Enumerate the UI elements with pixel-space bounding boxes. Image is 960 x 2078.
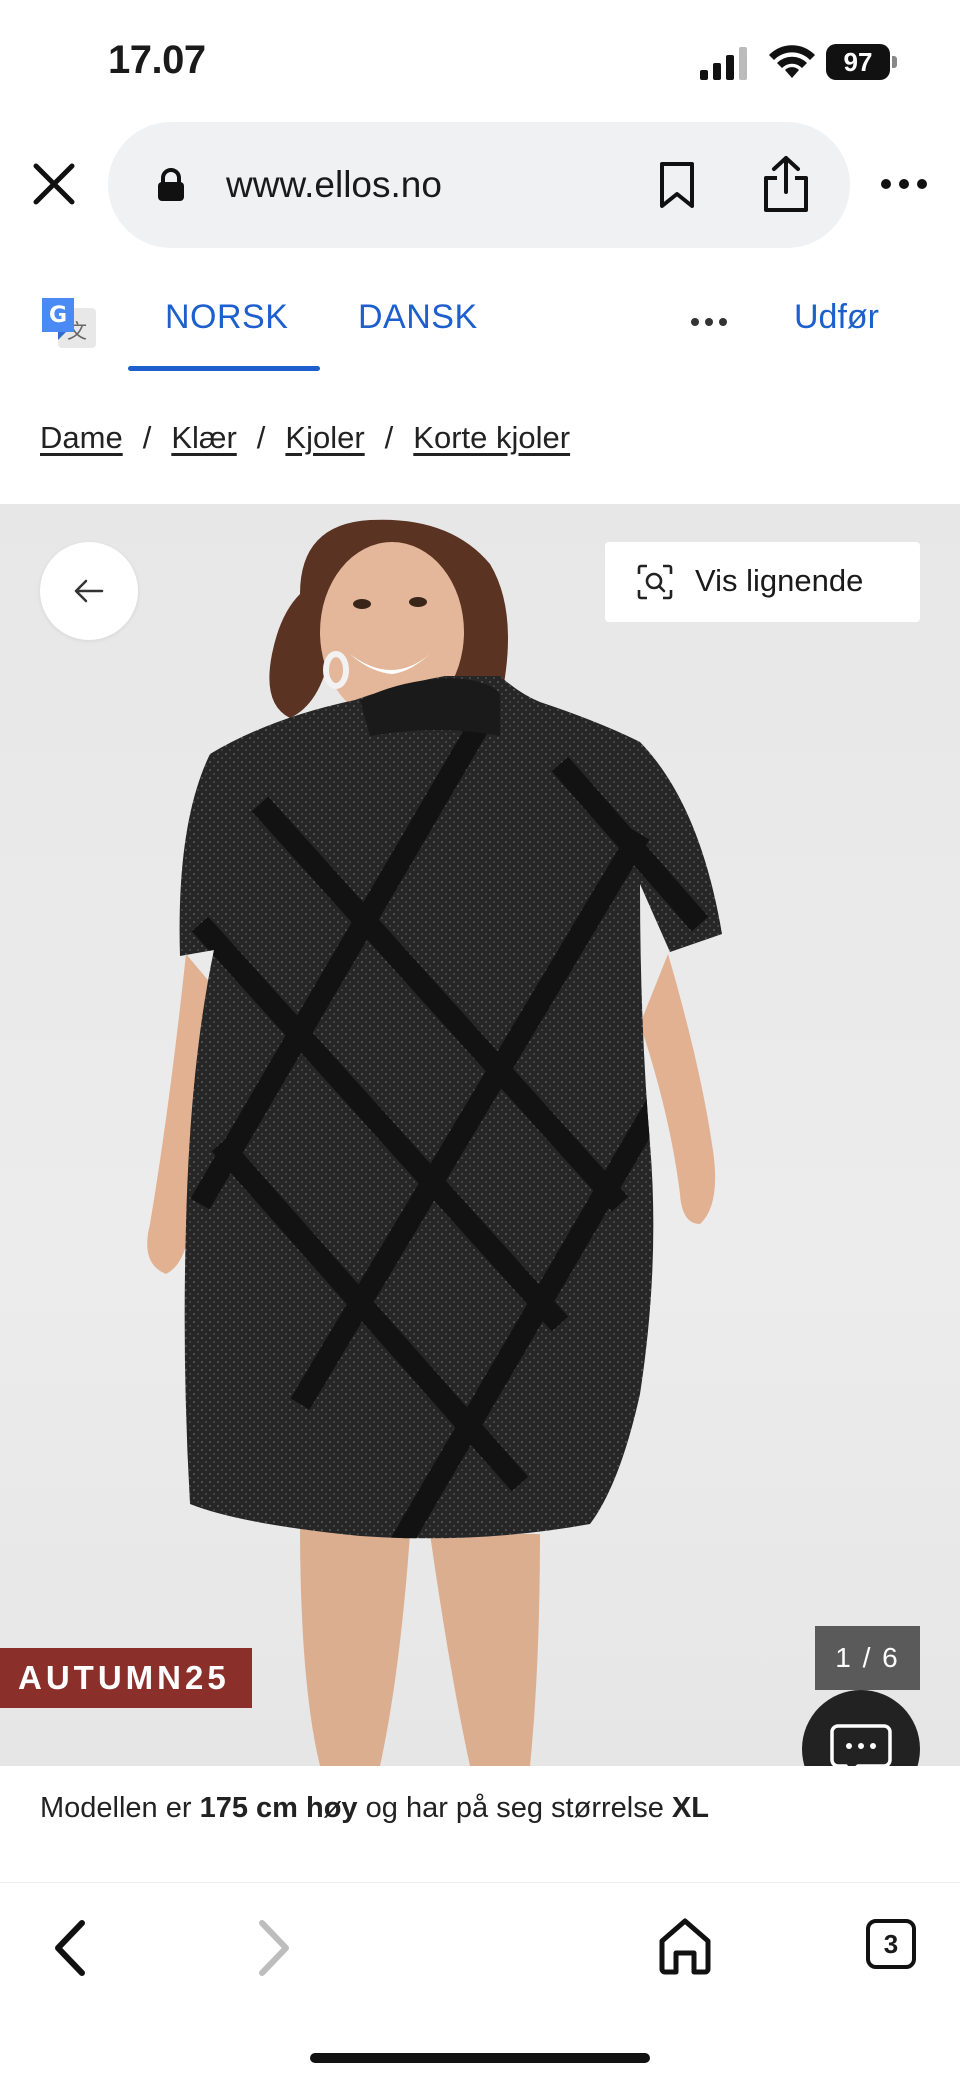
breadcrumb-item-klaer[interactable]: Klær [171, 420, 236, 455]
model-size-info: Modellen er 175 cm høy og har på seg stø… [40, 1792, 709, 1824]
breadcrumb: Dame / Klær / Kjoler / Korte kjoler [40, 420, 570, 456]
back-button[interactable] [40, 542, 138, 640]
google-translate-icon: 文 G [42, 298, 96, 348]
bookmark-icon[interactable] [656, 160, 698, 210]
breadcrumb-separator: / [256, 420, 266, 455]
breadcrumb-item-kjoler[interactable]: Kjoler [285, 420, 364, 455]
show-similar-label: Vis lignende [695, 563, 864, 598]
status-time: 17.07 [108, 38, 206, 82]
share-icon[interactable] [760, 154, 812, 214]
chat-button[interactable] [802, 1690, 920, 1766]
product-image-gallery[interactable]: Vis lignende 1 / 6 AUTUMN25 [0, 504, 960, 1766]
chat-icon [830, 1724, 892, 1766]
product-photo [147, 519, 722, 1766]
arrow-left-icon [74, 579, 104, 603]
url-text[interactable]: www.ellos.no [226, 164, 442, 206]
address-bar[interactable]: www.ellos.no [108, 122, 850, 248]
lock-icon [158, 168, 184, 201]
tab-dansk[interactable]: DANSK [358, 298, 478, 337]
promo-badge: AUTUMN25 [0, 1648, 252, 1708]
image-counter: 1 / 6 [815, 1626, 920, 1690]
breadcrumb-item-korte-kjoler[interactable]: Korte kjoler [413, 420, 570, 455]
more-options-icon[interactable] [880, 176, 928, 192]
breadcrumb-item-dame[interactable]: Dame [40, 420, 123, 455]
status-bar: 17.07 97 [0, 0, 960, 120]
translate-more-icon[interactable] [690, 316, 728, 328]
translate-done-button[interactable]: Udfør [794, 298, 879, 337]
cellular-signal-icon [700, 47, 747, 80]
svg-text:G: G [49, 303, 67, 328]
tab-norsk[interactable]: NORSK [165, 298, 288, 337]
home-icon[interactable] [658, 1917, 712, 1975]
tabs-count-button[interactable]: 3 [866, 1919, 916, 1969]
wifi-icon [769, 45, 815, 78]
close-icon[interactable] [30, 160, 78, 208]
chevron-right-icon[interactable] [254, 1917, 294, 1979]
breadcrumb-separator: / [384, 420, 394, 455]
battery-icon: 97 [826, 44, 898, 80]
browser-toolbar: 3 [0, 1882, 960, 2078]
home-indicator [310, 2053, 650, 2063]
battery-level: 97 [826, 44, 890, 80]
visual-search-icon [637, 564, 673, 600]
chevron-left-icon[interactable] [50, 1917, 90, 1979]
active-tab-indicator [128, 366, 320, 371]
breadcrumb-separator: / [142, 420, 152, 455]
show-similar-button[interactable]: Vis lignende [605, 542, 920, 622]
